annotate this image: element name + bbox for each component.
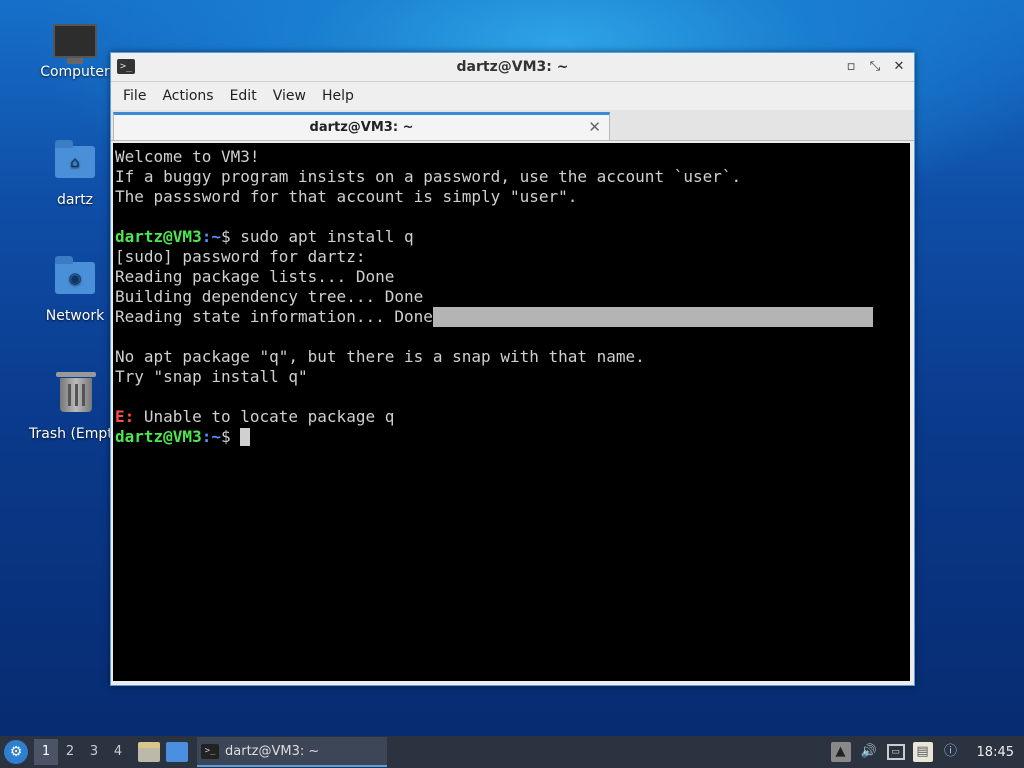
terminal-line: Reading package lists... Done [115,267,395,286]
show-desktop-icon[interactable] [166,742,188,762]
start-menu-button[interactable]: ⚙ [4,740,28,764]
file-manager-launcher-icon[interactable] [138,742,160,762]
terminal-blank [115,327,910,347]
workspace-2[interactable]: 2 [58,739,82,765]
terminal-prompt-line: dartz@VM3:~$ [115,427,910,447]
terminal-command-line: dartz@VM3:~$ sudo apt install q [115,227,910,247]
menu-help[interactable]: Help [314,88,362,104]
terminal-line: Try "snap install q" [115,367,308,386]
workspace-4[interactable]: 4 [106,739,130,765]
terminal-line-selected: Reading state information... Done [115,307,910,327]
terminal-line: No apt package "q", but there is a snap … [115,347,645,366]
notification-icon[interactable]: ⓘ [941,742,961,762]
task-label: dartz@VM3: ~ [225,743,320,759]
prompt-path: :~ [201,227,221,246]
minimize-button[interactable]: ▫ [842,58,860,76]
network-folder-icon: ◉ [53,256,97,306]
terminal-error-line: E: Unable to locate package q [115,407,910,427]
error-message: Unable to locate package q [134,407,395,426]
command-text: sudo apt install q [230,227,414,246]
text-cursor [240,428,251,446]
workspace-1[interactable]: 1 [34,739,58,765]
menu-actions[interactable]: Actions [154,88,221,104]
terminal-line: Building dependency tree... Done [115,287,424,306]
terminal-line: The passsword for that account is simply… [115,187,578,206]
terminal-icon: >_ [201,743,219,759]
network-icon[interactable]: ▭ [886,744,905,760]
window-titlebar[interactable]: >_ dartz@VM3: ~ ▫ ⤡ ✕ [111,53,914,82]
taskbar: ⚙ 1 2 3 4 >_ dartz@VM3: ~ ▲ 🔊 ▭ ▤ ⓘ 18:4… [0,736,1024,768]
terminal-output[interactable]: Welcome to VM3! If a buggy program insis… [113,143,910,681]
computer-icon [53,24,97,68]
terminal-line: Welcome to VM3! [115,147,260,166]
terminal-window: >_ dartz@VM3: ~ ▫ ⤡ ✕ File Actions Edit … [110,52,915,686]
workspace-3[interactable]: 3 [82,739,106,765]
prompt-user: dartz@VM3 [115,227,202,246]
menu-file[interactable]: File [115,88,154,104]
terminal-text: Reading state information... Done [115,307,433,326]
close-button[interactable]: ✕ [890,58,908,76]
menu-edit[interactable]: Edit [222,88,265,104]
home-folder-icon: ⌂ [53,140,97,190]
clock[interactable]: 18:45 [977,745,1014,760]
taskbar-task-terminal[interactable]: >_ dartz@VM3: ~ [197,737,387,767]
terminal-blank [115,387,910,407]
prompt-path: :~ [201,427,221,446]
tab-close-icon[interactable]: ✕ [588,118,601,136]
text-selection [432,307,873,327]
window-title: dartz@VM3: ~ [456,59,569,75]
terminal-blank [115,207,910,227]
menu-view[interactable]: View [265,88,314,104]
menubar: File Actions Edit View Help [111,82,914,110]
system-tray: ▲ 🔊 ▭ ▤ ⓘ 18:45 [830,742,1024,762]
prompt-sign: $ [220,427,231,446]
terminal-line: If a buggy program insists on a password… [115,167,742,186]
trash-icon [54,372,98,422]
terminal-line: [sudo] password for dartz: [115,247,366,266]
update-icon[interactable]: ▲ [830,742,851,762]
prompt-user: dartz@VM3 [115,427,202,446]
tab-label: dartz@VM3: ~ [309,120,414,135]
error-prefix: E: [115,407,135,426]
prompt-sign: $ [220,227,231,246]
volume-icon[interactable]: 🔊 [859,742,879,762]
clipboard-icon[interactable]: ▤ [912,742,933,762]
maximize-button[interactable]: ⤡ [866,58,884,76]
tab-bar: dartz@VM3: ~ ✕ [111,110,914,141]
tab-terminal[interactable]: dartz@VM3: ~ ✕ [113,112,610,140]
